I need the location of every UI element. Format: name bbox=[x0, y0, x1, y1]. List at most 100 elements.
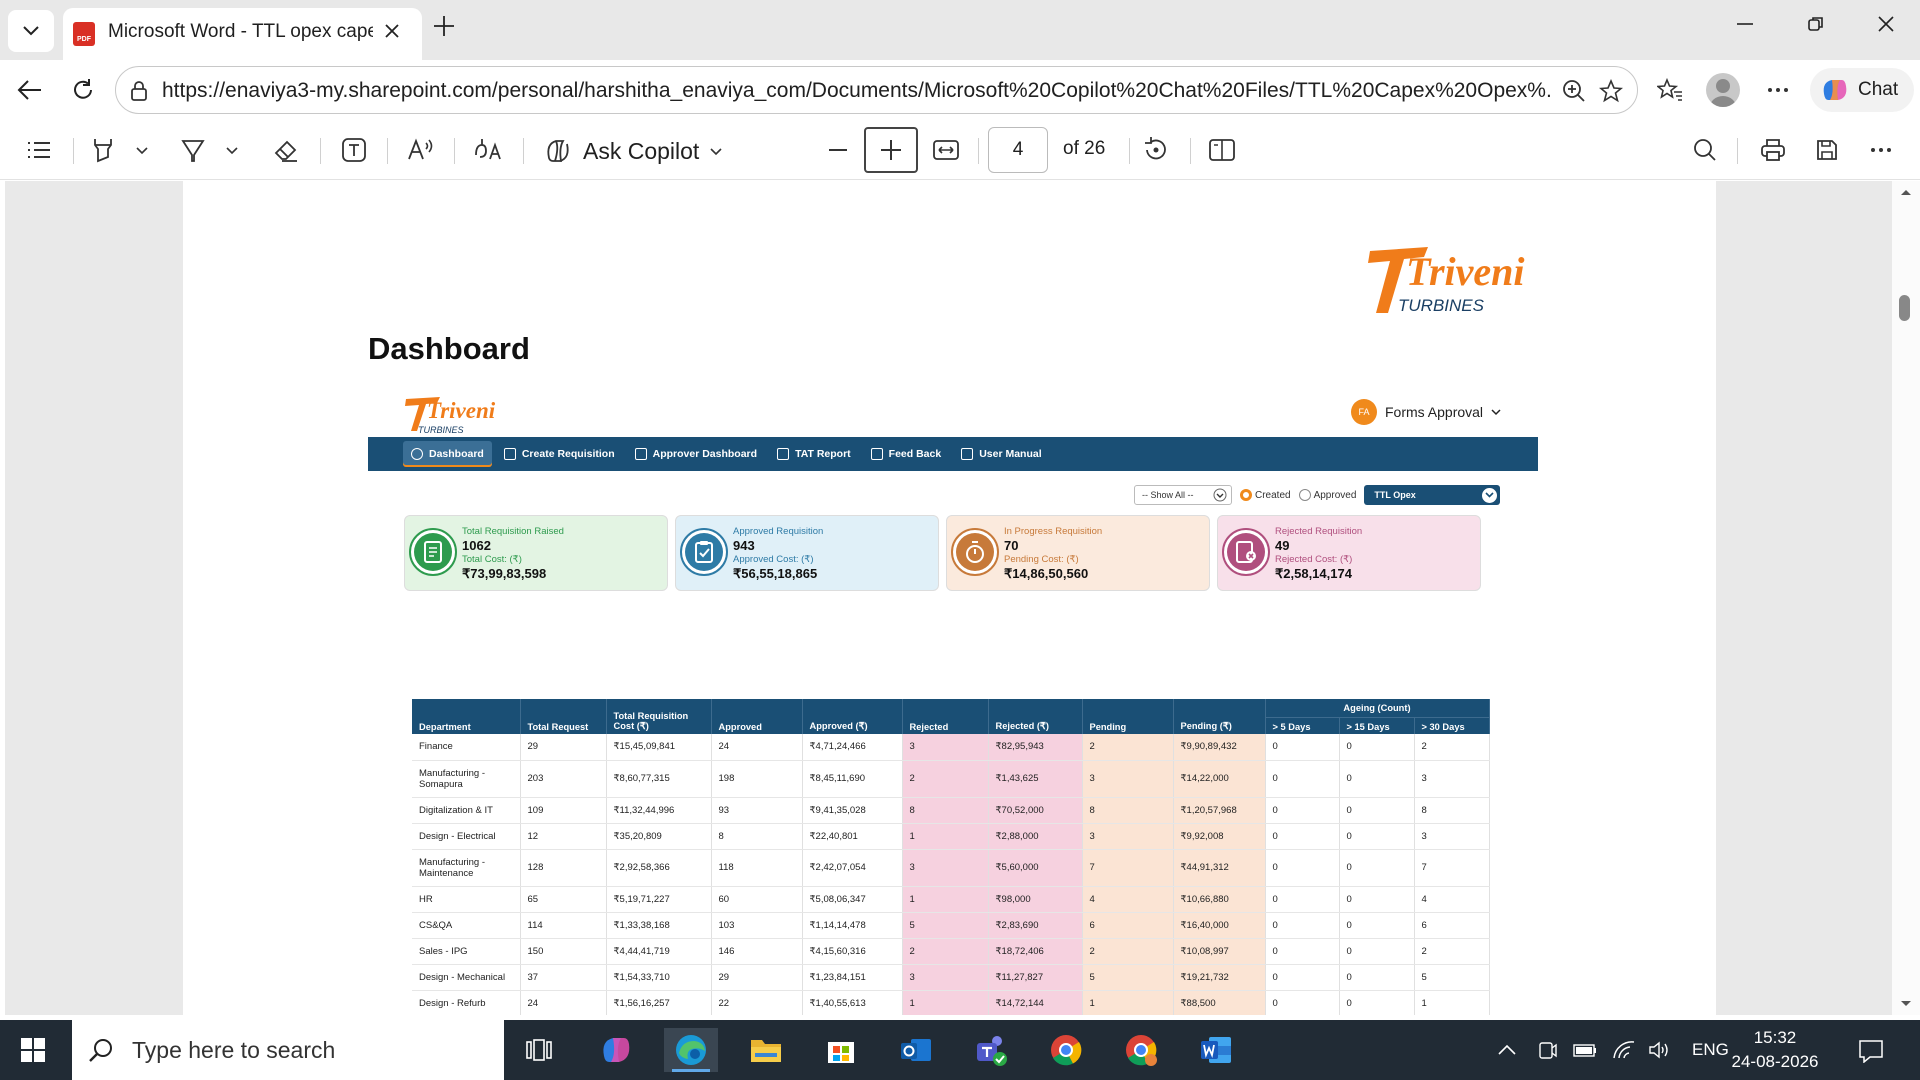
table-row[interactable]: Manufacturing - Somapura 203 ₹8,60,77,315 1… bbox=[412, 760, 1490, 798]
nav-create-requisition[interactable]: Create Requisition bbox=[496, 441, 623, 467]
restore-button[interactable] bbox=[1806, 14, 1826, 34]
show-hidden-icons[interactable] bbox=[1496, 1043, 1518, 1057]
taskbar-clock[interactable]: 15:32 24-08-2026 bbox=[1730, 1026, 1820, 1074]
taskbar-app-word[interactable] bbox=[1189, 1028, 1243, 1072]
nav-dashboard[interactable]: Dashboard bbox=[403, 441, 492, 467]
card-approved-requisition[interactable]: Approved Requisition 943 Approved Cost: … bbox=[675, 515, 939, 591]
card-total-requisition[interactable]: Total Requisition Raised 1062 Total Cost… bbox=[404, 515, 668, 591]
battery-icon[interactable] bbox=[1572, 1041, 1598, 1059]
taskbar-app-chrome[interactable] bbox=[1039, 1028, 1093, 1072]
lock-icon[interactable] bbox=[128, 79, 150, 103]
table-row[interactable]: Design - Mechanical 37 ₹1,54,33,710 29 ₹1,23… bbox=[412, 964, 1490, 991]
highlight-options-dropdown[interactable] bbox=[132, 142, 152, 158]
favorites-button[interactable] bbox=[1655, 76, 1685, 104]
column-header[interactable]: Rejected bbox=[902, 699, 989, 734]
page-view-button[interactable] bbox=[1207, 135, 1237, 165]
taskbar-app-outlook[interactable] bbox=[889, 1028, 943, 1072]
taskbar-app-edge[interactable] bbox=[664, 1028, 718, 1072]
back-button[interactable] bbox=[14, 76, 44, 104]
table-row[interactable]: Sales - IPG 150 ₹4,44,41,719 146 ₹4,15,60,31… bbox=[412, 938, 1490, 965]
column-header[interactable]: Approved (₹) bbox=[802, 699, 903, 734]
requisition-type-select[interactable]: TTL Opex bbox=[1364, 485, 1501, 505]
profile-avatar[interactable] bbox=[1706, 73, 1740, 107]
column-header[interactable]: > 30 Days bbox=[1414, 717, 1490, 734]
column-header[interactable]: > 15 Days bbox=[1339, 717, 1415, 734]
print-button[interactable] bbox=[1758, 135, 1788, 165]
volume-icon[interactable] bbox=[1648, 1040, 1672, 1060]
table-row[interactable]: Digitalization & IT 109 ₹11,32,44,996 93 ₹9,… bbox=[412, 797, 1490, 824]
table-row[interactable]: Design - Electrical 12 ₹35,20,809 8 ₹22,40,8… bbox=[412, 823, 1490, 850]
favorite-button[interactable] bbox=[1596, 76, 1626, 106]
read-aloud-button[interactable] bbox=[406, 135, 436, 165]
taskbar-search-box[interactable]: Type here to search bbox=[72, 1020, 504, 1080]
radio-created[interactable]: Created bbox=[1240, 489, 1291, 501]
scroll-up-icon[interactable] bbox=[1892, 185, 1920, 199]
taskbar-app-file-explorer[interactable] bbox=[739, 1028, 793, 1072]
new-tab-button[interactable] bbox=[432, 14, 456, 38]
start-button[interactable] bbox=[18, 1036, 48, 1064]
taskbar-app-copilot[interactable] bbox=[589, 1028, 643, 1072]
pdf-viewer[interactable]: Triveni TURBINES Dashboard Triveni TURBI… bbox=[5, 181, 1892, 1015]
draw-options-dropdown[interactable] bbox=[222, 142, 242, 158]
address-bar[interactable]: https://enaviya3-my.sharepoint.com/perso… bbox=[115, 66, 1638, 114]
refresh-button[interactable] bbox=[68, 76, 98, 104]
taskbar-app-teams[interactable] bbox=[964, 1028, 1018, 1072]
radio-approved[interactable]: Approved bbox=[1298, 489, 1356, 501]
translate-button[interactable] bbox=[472, 135, 506, 165]
vertical-scrollbar[interactable] bbox=[1892, 181, 1920, 1015]
column-header[interactable]: Total Request bbox=[520, 699, 607, 734]
nav-approver-dashboard[interactable]: Approver Dashboard bbox=[627, 441, 765, 467]
tab-actions-menu-button[interactable] bbox=[8, 10, 54, 52]
draw-button[interactable] bbox=[178, 135, 208, 165]
erase-button[interactable] bbox=[271, 135, 301, 165]
pdf-more-options-button[interactable] bbox=[1866, 135, 1896, 165]
column-header[interactable]: Rejected (₹) bbox=[988, 699, 1083, 734]
notifications-button[interactable] bbox=[1856, 1036, 1886, 1066]
scrollbar-thumb[interactable] bbox=[1899, 295, 1910, 321]
find-button[interactable] bbox=[1690, 135, 1720, 165]
nav-feed-back[interactable]: Feed Back bbox=[863, 441, 950, 467]
table-row[interactable]: Manufacturing - Maintenance 128 ₹2,92,58,3… bbox=[412, 849, 1490, 887]
zoom-button[interactable] bbox=[1559, 76, 1589, 106]
add-text-button[interactable] bbox=[339, 135, 369, 165]
contents-button[interactable] bbox=[24, 137, 54, 163]
task-view-button[interactable] bbox=[512, 1028, 566, 1072]
column-header[interactable]: Approved bbox=[711, 699, 803, 734]
wifi-icon[interactable] bbox=[1612, 1040, 1636, 1060]
scroll-down-icon[interactable] bbox=[1892, 997, 1920, 1011]
ask-copilot-button[interactable]: Ask Copilot bbox=[543, 132, 723, 170]
rotate-button[interactable] bbox=[1141, 135, 1171, 165]
fit-to-width-button[interactable] bbox=[930, 135, 962, 165]
user-menu[interactable]: FA Forms Approval bbox=[1351, 399, 1501, 425]
meet-now-icon[interactable] bbox=[1536, 1039, 1558, 1061]
show-filter-select[interactable]: -- Show All -- bbox=[1134, 485, 1232, 505]
column-header[interactable]: Pending (₹) bbox=[1173, 699, 1266, 734]
copilot-chat-button[interactable]: Chat bbox=[1810, 68, 1914, 112]
zoom-out-button[interactable] bbox=[823, 135, 853, 165]
table-row[interactable]: Finance 29 ₹15,45,09,841 24 ₹4,71,24,466 3 ₹82… bbox=[412, 734, 1490, 761]
highlight-button[interactable] bbox=[88, 135, 118, 165]
nav-tat-report[interactable]: TAT Report bbox=[769, 441, 859, 467]
minimize-button[interactable] bbox=[1735, 14, 1755, 34]
card-rejected-requisition[interactable]: Rejected Requisition 49 Rejected Cost: (… bbox=[1217, 515, 1481, 591]
more-options-button[interactable] bbox=[1763, 76, 1793, 104]
taskbar-app-chrome-profile[interactable] bbox=[1114, 1028, 1168, 1072]
save-button[interactable] bbox=[1812, 135, 1842, 165]
close-window-button[interactable] bbox=[1876, 14, 1896, 34]
card-in-progress-requisition[interactable]: In Progress Requisition 70 Pending Cost:… bbox=[946, 515, 1210, 591]
column-header[interactable]: Pending bbox=[1082, 699, 1174, 734]
taskbar-app-store[interactable] bbox=[814, 1028, 868, 1072]
zoom-in-button[interactable] bbox=[864, 127, 918, 173]
column-header[interactable]: > 5 Days bbox=[1265, 717, 1340, 734]
nav-user-manual[interactable]: User Manual bbox=[953, 441, 1049, 467]
column-header[interactable]: Department bbox=[412, 699, 521, 734]
browser-tab[interactable]: PDF Microsoft Word - TTL opex capex bbox=[63, 8, 422, 60]
table-row[interactable]: CS&QA 114 ₹1,33,38,168 103 ₹1,14,14,478 5 ₹2,8… bbox=[412, 912, 1490, 939]
column-header[interactable]: Total Requisition Cost (₹) bbox=[606, 699, 712, 734]
page-number-input[interactable]: 4 bbox=[988, 127, 1048, 173]
tab-close-button[interactable] bbox=[383, 22, 401, 40]
language-indicator[interactable]: ENG bbox=[1692, 1040, 1729, 1060]
table-row[interactable]: HR 65 ₹5,19,71,227 60 ₹5,08,06,347 1 ₹98,000 4 ₹… bbox=[412, 886, 1490, 913]
table-row[interactable]: Design - Refurb 24 ₹1,56,16,257 22 ₹1,40,55,… bbox=[412, 990, 1490, 1015]
table-cell: 0 bbox=[1339, 912, 1415, 939]
